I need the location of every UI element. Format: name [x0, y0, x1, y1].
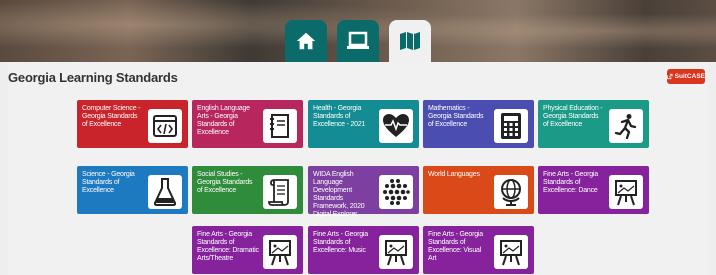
easel-icon — [494, 235, 528, 269]
tile-label: Fine Arts - Georgia Standards of Excelle… — [313, 231, 368, 254]
tile-label: Computer Science - Georgia Standards of … — [82, 105, 141, 128]
tile-label: English Language Arts - Georgia Standard… — [197, 105, 250, 136]
tile-fine-arts-music[interactable]: Fine Arts - Georgia Standards of Excelle… — [308, 226, 419, 274]
easel-icon — [263, 235, 297, 269]
tile-label: Physical Education - Georgia Standards o… — [543, 105, 603, 128]
tile-physical-education[interactable]: Physical Education - Georgia Standards o… — [538, 100, 649, 148]
external-link-icon — [667, 73, 673, 80]
tile-label: Mathematics - Georgia Standards of Excel… — [428, 105, 484, 128]
page-title: Georgia Learning Standards — [8, 70, 178, 85]
tile-fine-arts-visual-art[interactable]: Fine Arts - Georgia Standards of Excelle… — [423, 226, 534, 274]
home-icon — [296, 32, 316, 50]
flask-icon — [148, 175, 182, 209]
tile-fine-arts-dance[interactable]: Fine Arts - Georgia Standards of Excelle… — [538, 166, 649, 214]
tile-label: Fine Arts - Georgia Standards of Excelle… — [543, 171, 598, 194]
nav-home-button[interactable] — [285, 20, 327, 62]
tile-science[interactable]: Science - Georgia Standards of Excellenc… — [77, 166, 188, 214]
easel-icon — [379, 235, 413, 269]
nav-map-button[interactable] — [389, 20, 431, 62]
nav-laptop-button[interactable] — [337, 20, 379, 62]
tile-label: Fine Arts - Georgia Standards of Excelle… — [428, 231, 483, 262]
heartbeat-icon — [379, 109, 413, 143]
suitcase-label: SuitCASE — [674, 73, 705, 80]
laptop-icon — [347, 31, 369, 49]
tile-fine-arts-theatre[interactable]: Fine Arts - Georgia Standards of Excelle… — [192, 226, 303, 274]
tile-mathematics[interactable]: Mathematics - Georgia Standards of Excel… — [423, 100, 534, 148]
calculator-icon — [494, 109, 528, 143]
tile-wida[interactable]: WIDA English Language Development Standa… — [308, 166, 419, 218]
tile-world-languages[interactable]: World Languages — [423, 166, 534, 214]
tile-label: Fine Arts - Georgia Standards of Excelle… — [197, 231, 259, 262]
tile-label: Health - Georgia Standards of Excellence… — [313, 105, 366, 128]
tile-english-language-arts[interactable]: English Language Arts - Georgia Standard… — [192, 100, 303, 148]
tile-label: WIDA English Language Development Standa… — [313, 171, 365, 218]
tile-computer-science[interactable]: Computer Science - Georgia Standards of … — [77, 100, 188, 148]
suitcase-button[interactable]: SuitCASE — [667, 69, 705, 84]
tile-social-studies[interactable]: Social Studies - Georgia Standards of Ex… — [192, 166, 303, 214]
code-icon — [148, 109, 182, 143]
globe-icon — [494, 175, 528, 209]
scroll-icon — [263, 175, 297, 209]
tile-label: Social Studies - Georgia Standards of Ex… — [197, 171, 253, 194]
notebook-icon — [263, 109, 297, 143]
easel-icon — [609, 175, 643, 209]
tile-label: Science - Georgia Standards of Excellenc… — [82, 171, 135, 194]
tile-health[interactable]: Health - Georgia Standards of Excellence… — [308, 100, 419, 148]
tile-label: World Languages — [428, 171, 480, 178]
dots-icon — [379, 175, 413, 209]
map-icon — [400, 32, 420, 50]
running-icon — [609, 109, 643, 143]
